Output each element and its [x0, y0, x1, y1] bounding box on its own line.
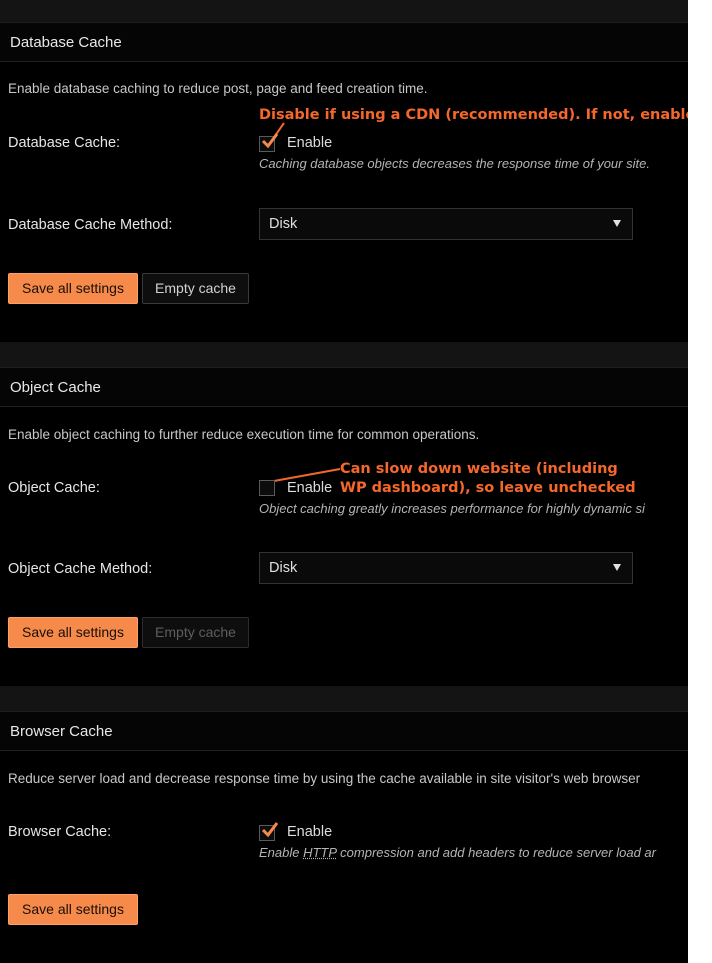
http-abbreviation: HTTP [303, 845, 337, 860]
browser-cache-label: Browser Cache: [8, 824, 112, 840]
browser-cache-hint: Enable HTTP compression and add headers … [259, 845, 656, 860]
checkmark-icon [261, 133, 279, 149]
select-value: Disk [269, 560, 298, 576]
save-all-settings-button[interactable]: Save all settings [8, 617, 138, 648]
section-title: Object Cache [10, 379, 101, 396]
settings-page: Database Cache Enable database caching t… [0, 0, 688, 963]
browser-cache-description: Reduce server load and decrease response… [8, 771, 641, 786]
browser-cache-header: Browser Cache [0, 711, 688, 751]
select-value: Disk [269, 216, 298, 232]
object-cache-method-select[interactable]: Disk [259, 552, 633, 584]
object-cache-hint: Object caching greatly increases perform… [259, 501, 645, 516]
database-cache-annotation: Disable if using a CDN (recommended). If… [259, 107, 688, 123]
dropdown-arrow-icon [613, 564, 621, 571]
section-divider [0, 0, 688, 22]
empty-cache-button: Empty cache [142, 617, 249, 648]
object-cache-label: Object Cache: [8, 480, 100, 496]
database-cache-hint: Caching database objects decreases the r… [259, 156, 650, 171]
empty-cache-button[interactable]: Empty cache [142, 273, 249, 304]
dropdown-arrow-icon [613, 220, 621, 227]
database-cache-description: Enable database caching to reduce post, … [8, 81, 428, 96]
hint-text: Enable [259, 845, 304, 860]
section-title: Database Cache [10, 34, 122, 51]
browser-cache-checkbox[interactable] [259, 822, 279, 841]
object-cache-method-label: Object Cache Method: [8, 561, 153, 577]
save-all-settings-button[interactable]: Save all settings [8, 273, 138, 304]
object-cache-annotation-line1: Can slow down website (including [340, 461, 618, 477]
object-cache-enable-label[interactable]: Enable [287, 480, 332, 496]
section-title: Browser Cache [10, 723, 113, 740]
object-cache-header: Object Cache [0, 367, 688, 407]
section-divider [0, 686, 688, 711]
object-cache-description: Enable object caching to further reduce … [8, 427, 480, 442]
database-cache-label: Database Cache: [8, 135, 121, 151]
database-cache-enable-label[interactable]: Enable [287, 135, 332, 151]
checkmark-icon [261, 822, 279, 838]
hint-text: compression and add headers to reduce se… [336, 845, 656, 860]
object-cache-annotation-line2: WP dashboard), so leave unchecked [340, 480, 636, 496]
database-cache-method-label: Database Cache Method: [8, 217, 173, 233]
database-cache-checkbox[interactable] [259, 133, 279, 152]
save-all-settings-button[interactable]: Save all settings [8, 894, 138, 925]
database-cache-header: Database Cache [0, 22, 688, 62]
section-divider [0, 342, 688, 367]
database-cache-method-select[interactable]: Disk [259, 208, 633, 240]
object-cache-checkbox[interactable] [259, 480, 275, 496]
browser-cache-enable-label[interactable]: Enable [287, 824, 332, 840]
